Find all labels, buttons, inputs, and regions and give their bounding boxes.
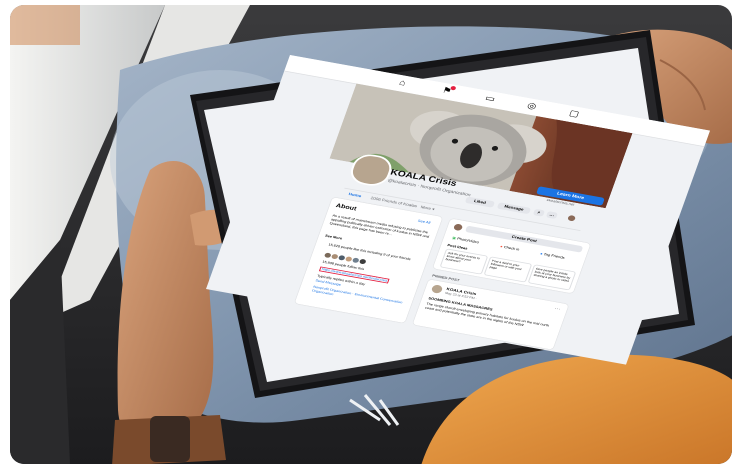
more-options-icon[interactable]: … (545, 211, 559, 220)
profile-avatar-small[interactable] (567, 214, 577, 222)
groups-icon[interactable]: ◎ (526, 101, 538, 111)
about-description: As a result of mainstream media refusing… (329, 213, 430, 239)
message-button[interactable]: Message (496, 202, 532, 215)
create-post-button[interactable]: Create Post (465, 225, 584, 253)
about-see-more-link[interactable]: See More (325, 234, 343, 240)
about-title: About (335, 202, 358, 213)
post-author-avatar[interactable] (430, 284, 444, 294)
composer-avatar (453, 223, 464, 232)
checkin-label: Check in (503, 244, 521, 252)
about-see-all-link[interactable]: See All (417, 219, 431, 225)
post-options-icon[interactable]: … (554, 305, 562, 311)
search-icon[interactable]: ⌕ (532, 208, 546, 217)
post-idea-3[interactable]: Give people an inside look at your busin… (527, 264, 577, 291)
post-idea-3-text: Give people an inside look at your busin… (533, 267, 571, 283)
tag-friends-label: Tag Friends (543, 251, 566, 260)
tag-friends-button[interactable]: ● Tag Friends (540, 251, 566, 259)
post-idea-2-text: Post a deal to your followers or with yo… (489, 259, 523, 271)
create-post-card: Create Post ▣ Photo/Video ● Check in ● T… (432, 218, 591, 294)
checkin-button[interactable]: ● Check in (500, 244, 521, 251)
gaming-icon[interactable]: ▢ (568, 109, 581, 119)
tab-more[interactable]: More ▾ (420, 205, 435, 212)
liked-button[interactable]: Liked (464, 196, 496, 208)
notification-badge (450, 85, 457, 91)
post-idea-1-text: Ask for your events to know about your b… (445, 251, 481, 264)
watch-icon[interactable]: ▭ (484, 94, 497, 104)
photo-video-button[interactable]: ▣ Photo/Video (452, 235, 480, 244)
photo-video-label: Photo/Video (456, 236, 480, 245)
home-icon[interactable]: ⌂ (398, 78, 407, 88)
tab-home[interactable]: Home (348, 192, 362, 198)
post-idea-1[interactable]: Ask for your events to know about your b… (439, 248, 489, 275)
about-categories[interactable]: Nonprofit Organization · Environmental C… (311, 285, 404, 309)
post-idea-2[interactable]: Post a deal to your followers or with yo… (483, 256, 533, 283)
